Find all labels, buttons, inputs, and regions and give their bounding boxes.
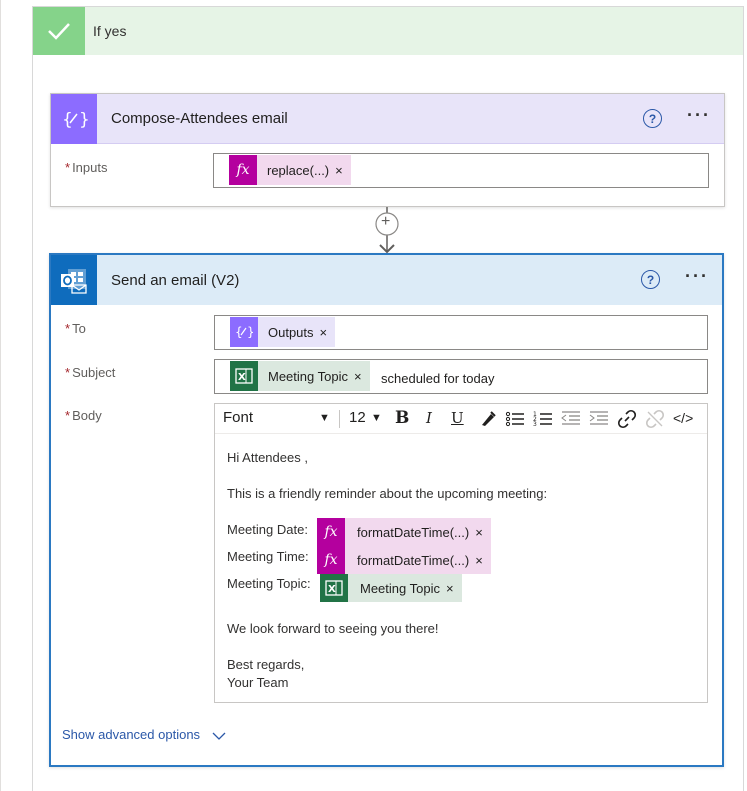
help-icon[interactable]: ?	[641, 270, 660, 289]
inputs-label: * Inputs	[65, 160, 108, 175]
underline-button[interactable]: U	[451, 409, 464, 427]
excel-icon: X	[230, 361, 258, 391]
toolbar-divider	[339, 410, 340, 428]
body-greeting: Hi Attendees ,	[227, 450, 308, 465]
show-advanced-options-link[interactable]: Show advanced options	[62, 727, 226, 742]
excel-icon: X	[320, 574, 348, 602]
body-closing: We look forward to seeing you there!	[227, 621, 439, 636]
chevron-down-icon	[212, 732, 226, 740]
to-label: * To	[65, 321, 86, 336]
body-label: * Body	[65, 408, 102, 423]
meeting-topic-label: Meeting Topic:	[227, 576, 311, 591]
rich-text-toolbar: Font ▼ 12 ▼ B I U 123 </>	[215, 404, 707, 434]
bold-button[interactable]: B	[395, 408, 409, 428]
code-view-button[interactable]: </>	[673, 410, 693, 426]
fx-icon: fx	[317, 518, 345, 546]
more-options-icon[interactable]: ···	[685, 266, 709, 287]
outlook-icon	[51, 255, 97, 305]
compose-action-card: { } Compose-Attendees email ? ··· *Input…	[50, 93, 725, 207]
text-color-icon[interactable]	[479, 410, 497, 428]
expression-token[interactable]: fx formatDateTime(...) ×	[317, 518, 491, 546]
meeting-date-label: Meeting Date:	[227, 522, 308, 537]
inputs-field[interactable]: fx replace(...) ×	[213, 153, 709, 188]
outputs-token[interactable]: { } Outputs ×	[230, 317, 336, 347]
increase-indent-icon[interactable]	[589, 410, 609, 428]
chevron-down-icon[interactable]: ▼	[371, 412, 382, 424]
fx-icon: fx	[229, 155, 257, 185]
unlink-icon[interactable]	[645, 409, 665, 429]
chevron-down-icon[interactable]: ▼	[319, 412, 330, 424]
svg-text:{: {	[62, 110, 73, 130]
font-select[interactable]: Font	[223, 409, 253, 426]
if-yes-label: If yes	[93, 23, 127, 39]
remove-token-icon[interactable]: ×	[446, 581, 462, 596]
svg-text:X: X	[328, 584, 336, 595]
svg-text:}: }	[247, 325, 253, 339]
subject-field[interactable]: X Meeting Topic × scheduled for today	[214, 359, 708, 394]
add-step-icon[interactable]: +	[381, 213, 390, 231]
meeting-time-label: Meeting Time:	[227, 549, 309, 564]
expression-token[interactable]: fx replace(...) ×	[229, 155, 351, 185]
expression-token[interactable]: fx formatDateTime(...) ×	[317, 546, 491, 574]
font-size-select[interactable]: 12	[349, 409, 366, 426]
subject-label: * Subject	[65, 365, 116, 380]
compose-icon: { }	[230, 317, 258, 347]
checkmark-icon	[33, 7, 85, 55]
numbered-list-icon[interactable]: 123	[533, 410, 553, 428]
remove-token-icon[interactable]: ×	[475, 525, 491, 540]
help-icon[interactable]: ?	[643, 109, 662, 128]
bulleted-list-icon[interactable]	[505, 410, 525, 428]
send-email-card: Send an email (V2) ? ··· *To { } Outputs…	[49, 253, 724, 767]
fx-icon: fx	[317, 546, 345, 574]
remove-token-icon[interactable]: ×	[335, 163, 351, 178]
svg-text:}: }	[79, 110, 88, 130]
body-team: Your Team	[227, 675, 289, 690]
email-card-header[interactable]: Send an email (V2) ? ···	[51, 255, 722, 305]
compose-icon: { }	[51, 93, 97, 144]
email-card-title: Send an email (V2)	[111, 271, 240, 289]
body-editor[interactable]: Font ▼ 12 ▼ B I U 123 </> Hi Attendees ,…	[214, 403, 708, 703]
link-icon[interactable]	[617, 409, 637, 429]
remove-token-icon[interactable]: ×	[320, 325, 336, 340]
meeting-topic-token[interactable]: X Meeting Topic ×	[230, 361, 370, 391]
body-intro: This is a friendly reminder about the up…	[227, 486, 548, 501]
compose-card-header[interactable]: { } Compose-Attendees email ? ···	[51, 93, 724, 144]
subject-text: scheduled for today	[381, 371, 495, 386]
meeting-topic-token[interactable]: X Meeting Topic ×	[320, 574, 462, 602]
remove-token-icon[interactable]: ×	[475, 553, 491, 568]
more-options-icon[interactable]: ···	[687, 105, 711, 126]
svg-text:3: 3	[533, 421, 537, 428]
if-yes-header[interactable]: If yes	[33, 7, 743, 55]
to-field[interactable]: { } Outputs ×	[214, 315, 708, 350]
decrease-indent-icon[interactable]	[561, 410, 581, 428]
svg-text:{: {	[235, 325, 243, 339]
body-regards: Best regards,	[227, 657, 305, 672]
italic-button[interactable]: I	[426, 409, 432, 427]
remove-token-icon[interactable]: ×	[354, 369, 370, 384]
svg-text:X: X	[238, 372, 246, 383]
compose-card-title: Compose-Attendees email	[111, 110, 288, 127]
